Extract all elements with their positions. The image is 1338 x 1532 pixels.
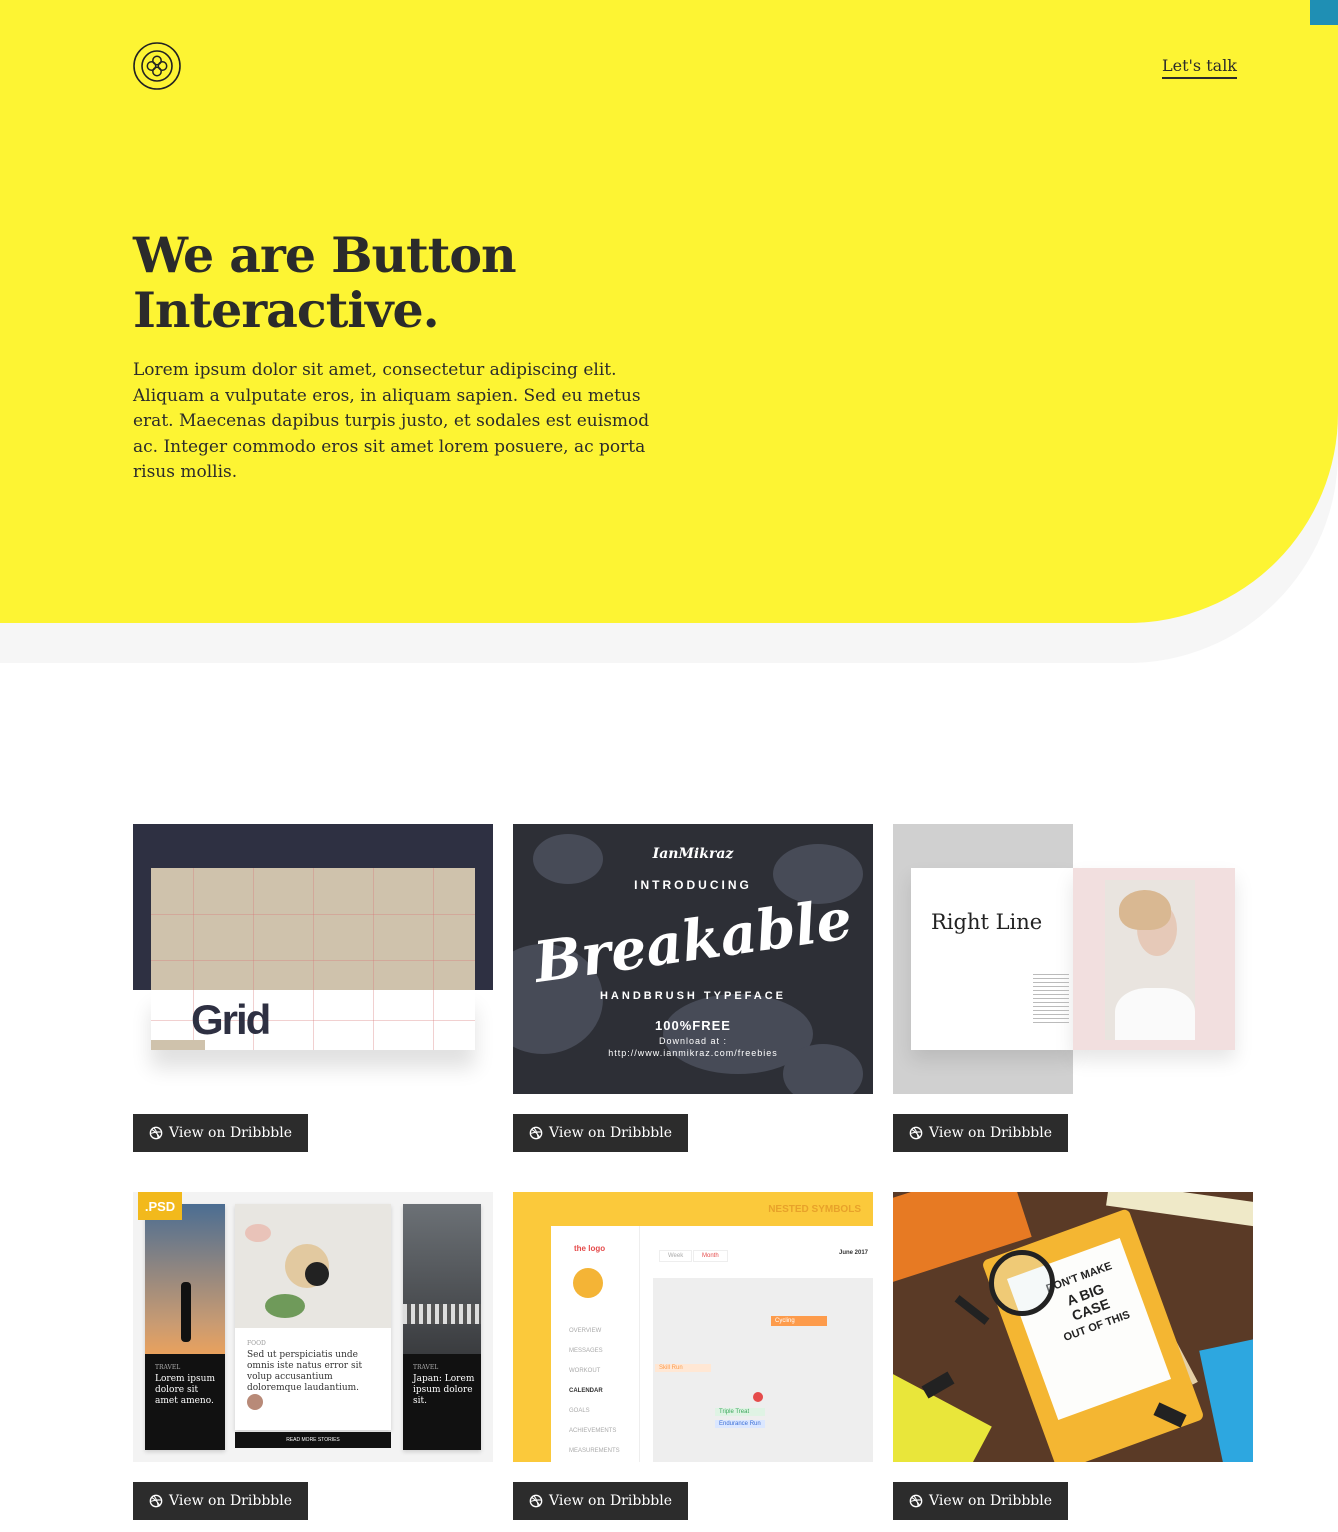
thumb-nav-item: WORKOUT [569,1368,601,1374]
thumb-event: Endurance Run [715,1420,765,1428]
thumb-body-text [1033,974,1069,1024]
view-on-dribbble-button[interactable]: View on Dribbble [513,1482,688,1520]
today-marker [753,1392,763,1402]
button-label: View on Dribbble [929,1125,1052,1141]
thumb-panel-middle: FOOD Sed ut perspiciatis unde omnis iste… [235,1204,391,1430]
corner-tab[interactable] [1310,0,1338,25]
headline-line-2: Interactive. [133,281,440,339]
dribbble-icon [149,1494,163,1508]
dribbble-icon [529,1494,543,1508]
thumb-download: Download at : [658,1036,728,1046]
view-on-dribbble-button[interactable]: View on Dribbble [513,1114,688,1152]
thumb-nav-item: GOALS [569,1408,590,1414]
view-on-dribbble-button[interactable]: View on Dribbble [133,1482,308,1520]
dribbble-icon [909,1126,923,1140]
logo-icon[interactable] [133,42,181,90]
portfolio-thumbnail-grid[interactable]: Grid [133,824,493,1094]
view-on-dribbble-button[interactable]: View on Dribbble [133,1114,308,1152]
magnifier-icon [989,1250,1055,1316]
hero-intro: Lorem ipsum dolor sit amet, consectetur … [133,360,650,482]
thumb-author: IanMikraz [652,846,734,862]
thumb-portrait-photo [1105,880,1195,1040]
grid-line [313,868,314,1050]
thumb-app-logo: the logo [574,1244,606,1253]
portfolio-thumbnail-psd-cards[interactable]: TRAVEL Lorem ipsum dolore sit amet ameno… [133,1192,493,1462]
view-on-dribbble-button[interactable]: View on Dribbble [893,1114,1068,1152]
dribbble-icon [529,1126,543,1140]
thumb-nav-item: ACHIEVEMENTS [569,1428,617,1434]
headline-line-1: We are Button [133,226,517,284]
dribbble-icon [909,1494,923,1508]
view-on-dribbble-button[interactable]: View on Dribbble [893,1482,1068,1520]
thumb-blue-paper [1199,1336,1253,1462]
thumb-tab-week: Week [659,1250,693,1262]
thumb-tab-month: Month [693,1250,728,1262]
thumb-event: Triple Treat [715,1408,765,1416]
button-label: View on Dribbble [169,1493,292,1509]
thumb-event: Cycling [771,1316,827,1326]
button-label: View on Dribbble [169,1125,292,1141]
thumb-panel-left: TRAVEL Lorem ipsum dolore sit amet ameno… [145,1204,225,1450]
psd-badge: .PSD [138,1192,182,1220]
thumb-title: Breakable [530,886,856,996]
dribbble-icon [149,1126,163,1140]
thumb-magnifier-handle [954,1295,990,1325]
thumb-nav-item: CALENDAR [569,1388,603,1394]
binder-clip-icon [921,1371,955,1399]
button-label: View on Dribbble [549,1125,672,1141]
thumb-title: Right Line [931,910,1043,934]
thumb-nav-item: MEASUREMENTS [569,1448,620,1454]
thumb-free: 100%FREE [655,1018,731,1033]
lets-talk-link[interactable]: Let's talk [1162,56,1237,79]
thumb-month-label: June 2017 [839,1250,869,1256]
thumb-subtitle: HANDBRUSH TYPEFACE [599,990,786,1002]
thumb-panel-right: TRAVEL Japan: Lorem ipsum dolore sit. [403,1204,481,1450]
thumb-nav-item: OVERVIEW [569,1328,602,1334]
page-title: We are Button Interactive. [133,228,693,338]
avatar [573,1268,603,1298]
grid-line [151,914,475,915]
thumb-header: NESTED SYMBOLS [768,1204,861,1215]
thumb-event: Skill Run [655,1364,711,1372]
thumb-read-more: READ MORE STORIES [235,1432,391,1448]
portfolio-thumbnail-big-case[interactable]: DON'T MAKE A BIG CASE OUT OF THIS [893,1192,1253,1462]
portfolio-thumbnail-right-line[interactable]: Right Line [893,824,1253,1094]
thumb-sidebar [551,1226,640,1462]
grid-line [433,868,434,1050]
portfolio-thumbnail-nested-symbols[interactable]: NESTED SYMBOLS the logo OVERVIEW MESSAGE… [513,1192,873,1462]
button-label: View on Dribbble [549,1493,672,1509]
thumb-title: Grid [191,996,271,1043]
thumb-nav-item: MESSAGES [569,1348,603,1354]
thumb-url: http://www.ianmikraz.com/freebies [608,1048,778,1058]
grid-line [373,868,374,1050]
portfolio-thumbnail-breakable[interactable]: IanMikraz INTRODUCING Breakable HANDBRUS… [513,824,873,1094]
button-label: View on Dribbble [929,1493,1052,1509]
grid-line [151,960,475,961]
